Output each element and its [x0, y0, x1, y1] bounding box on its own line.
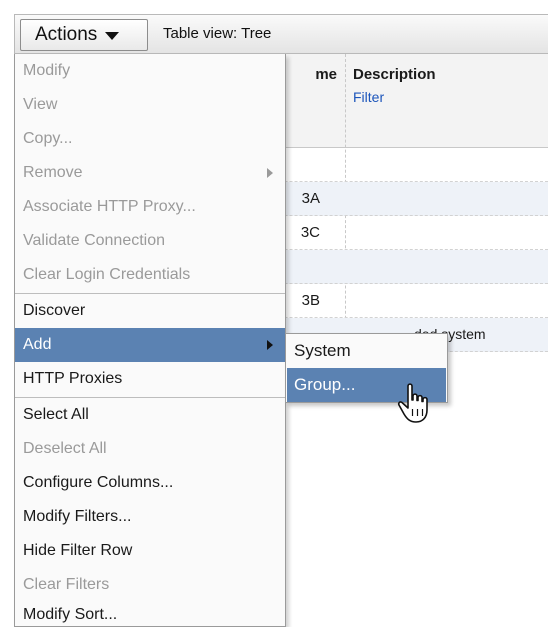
column-header-description[interactable]: Description	[353, 66, 436, 83]
menu-item-remove[interactable]: Remove	[15, 156, 285, 190]
chevron-right-icon	[267, 340, 273, 350]
submenu-item-label: System	[294, 341, 351, 360]
menu-item-label: Add	[23, 336, 52, 353]
menu-item-select-all[interactable]: Select All	[15, 398, 285, 432]
menu-item-deselect-all[interactable]: Deselect All	[15, 432, 285, 466]
actions-label: Actions	[35, 24, 98, 45]
description-filter-link[interactable]: Filter	[353, 89, 384, 105]
menu-item-label: Clear Filters	[23, 576, 110, 593]
menu-item-view[interactable]: View	[15, 88, 285, 122]
menu-item-clear-login-credentials[interactable]: Clear Login Credentials	[15, 258, 285, 292]
actions-dropdown-menu: Modify View Copy... Remove Associate HTT…	[14, 54, 286, 627]
menu-item-label: Clear Login Credentials	[23, 266, 191, 283]
menu-item-label: Modify Sort...	[23, 606, 118, 623]
menu-item-configure-columns[interactable]: Configure Columns...	[15, 466, 285, 500]
menu-item-label: Deselect All	[23, 440, 107, 457]
menu-item-add[interactable]: Add	[15, 328, 285, 362]
menu-item-label: Copy...	[23, 130, 73, 147]
menu-item-label: HTTP Proxies	[23, 370, 123, 387]
menu-item-associate-http-proxy[interactable]: Associate HTTP Proxy...	[15, 190, 285, 224]
menu-item-label: View	[23, 96, 58, 113]
menu-item-modify[interactable]: Modify	[15, 54, 285, 88]
menu-item-label: Select All	[23, 406, 89, 423]
table-view-label: Table view: Tree	[163, 25, 272, 42]
menu-item-http-proxies[interactable]: HTTP Proxies	[15, 362, 285, 396]
menu-item-modify-sort[interactable]: Modify Sort...	[15, 598, 285, 627]
table-toolbar: Actions Table view: Tree	[14, 14, 548, 54]
menu-item-hide-filter-row[interactable]: Hide Filter Row	[15, 534, 285, 568]
caret-down-icon	[105, 32, 120, 40]
hand-pointer-icon	[397, 383, 428, 423]
menu-item-discover[interactable]: Discover	[15, 294, 285, 328]
menu-item-modify-filters[interactable]: Modify Filters...	[15, 500, 285, 534]
chevron-right-icon	[267, 168, 273, 178]
menu-item-label: Remove	[23, 164, 83, 181]
submenu-item-label: Group...	[294, 375, 356, 394]
menu-item-label: Configure Columns...	[23, 474, 174, 491]
actions-menu-button[interactable]: Actions	[20, 19, 148, 51]
menu-item-clear-filters[interactable]: Clear Filters	[15, 568, 285, 602]
menu-item-label: Modify Filters...	[23, 508, 132, 525]
menu-item-label: Associate HTTP Proxy...	[23, 198, 196, 215]
submenu-item-system[interactable]: System	[287, 334, 446, 368]
menu-item-label: Validate Connection	[23, 232, 166, 249]
menu-item-validate-connection[interactable]: Validate Connection	[15, 224, 285, 258]
menu-item-copy[interactable]: Copy...	[15, 122, 285, 156]
menu-item-label: Discover	[23, 302, 86, 319]
menu-item-label: Hide Filter Row	[23, 542, 133, 559]
menu-item-label: Modify	[23, 62, 71, 79]
